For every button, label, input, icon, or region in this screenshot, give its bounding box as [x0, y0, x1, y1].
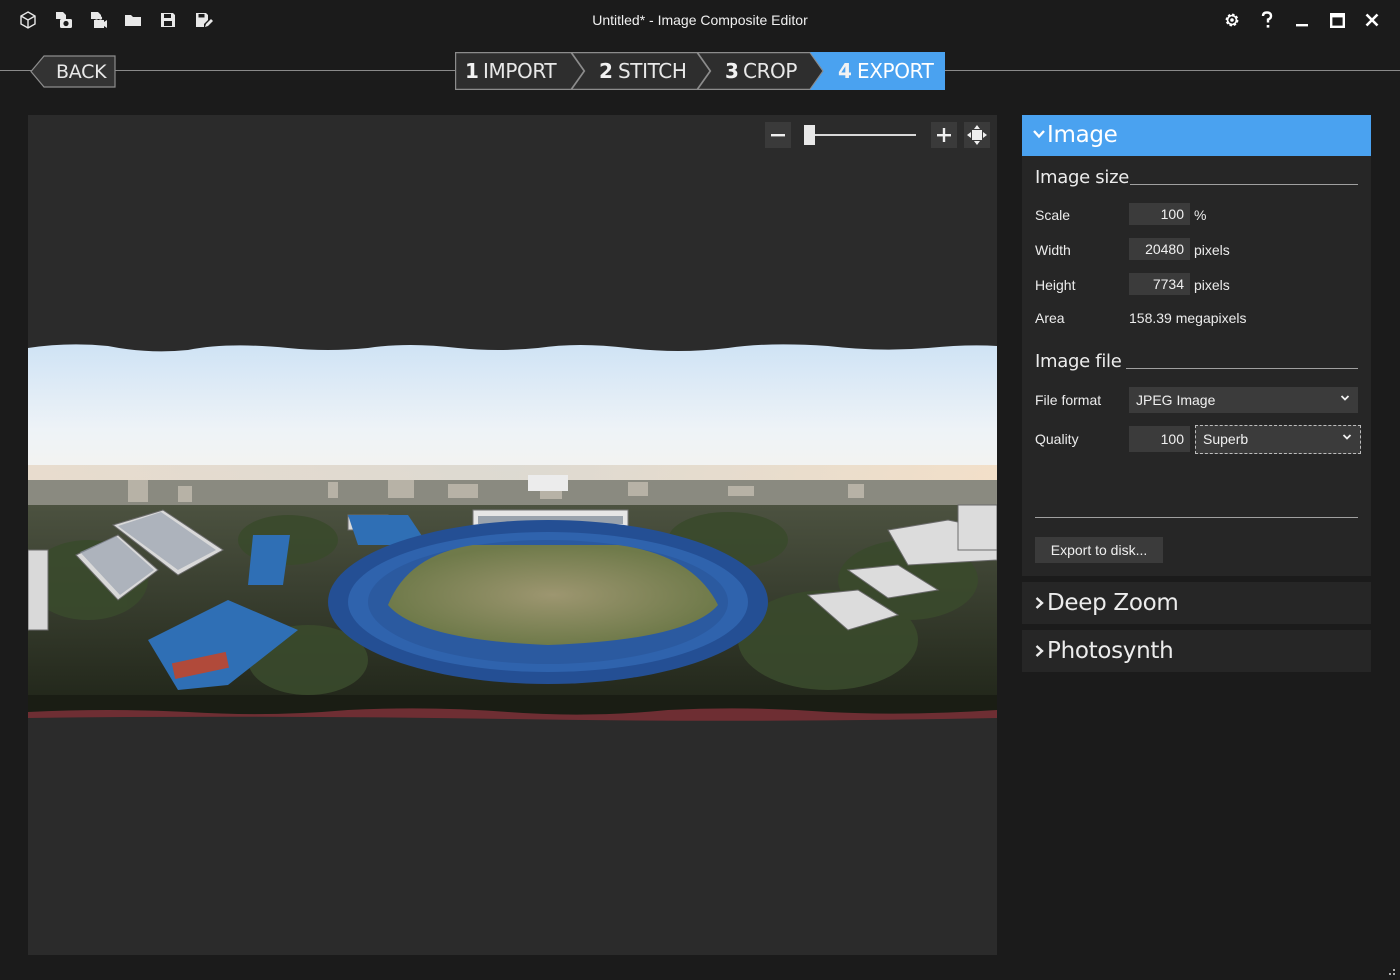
chevron-right-icon — [1035, 597, 1044, 609]
step-stitch-label: STITCH — [618, 59, 687, 83]
quality-preset-value: Superb — [1203, 431, 1249, 447]
title-bar: Untitled* - Image Composite Editor — [0, 0, 1400, 42]
fit-to-window-icon — [967, 125, 987, 145]
width-input[interactable]: 20480 — [1129, 238, 1190, 260]
export-divider — [1035, 517, 1358, 518]
height-label: Height — [1035, 277, 1076, 293]
image-file-divider — [1126, 368, 1358, 369]
area-label: Area — [1035, 310, 1065, 326]
height-unit: pixels — [1194, 277, 1230, 293]
back-button[interactable]: BACK — [30, 55, 116, 88]
width-unit: pixels — [1194, 242, 1230, 258]
zoom-slider-track[interactable] — [812, 134, 916, 136]
resize-grip-icon[interactable] — [1386, 966, 1396, 976]
file-format-value: JPEG Image — [1136, 392, 1216, 408]
zoom-slider-thumb[interactable] — [804, 125, 815, 145]
window-title: Untitled* - Image Composite Editor — [592, 12, 808, 28]
quality-input[interactable]: 100 — [1129, 426, 1190, 452]
step-export-label: EXPORT — [857, 59, 934, 83]
file-format-label: File format — [1035, 392, 1102, 408]
zoom-in-button[interactable] — [931, 122, 957, 148]
export-to-disk-button[interactable]: Export to disk... — [1035, 537, 1163, 563]
image-file-heading: Image file — [1035, 351, 1122, 372]
image-size-heading: Image size — [1035, 167, 1129, 188]
width-label: Width — [1035, 242, 1071, 258]
image-section-title: Image — [1047, 122, 1118, 148]
step-crop-label: CROP — [743, 59, 798, 83]
chevron-down-icon — [1033, 130, 1045, 139]
step-export-number: 4 — [838, 59, 852, 83]
deep-zoom-title: Deep Zoom — [1047, 590, 1179, 616]
step-import-number: 1 — [465, 59, 479, 83]
chevron-down-icon — [1342, 434, 1352, 440]
scale-unit: % — [1194, 207, 1207, 223]
settings-gear-icon[interactable] — [1217, 7, 1247, 33]
panorama-viewer[interactable] — [28, 115, 997, 955]
step-export[interactable]: 4 EXPORT — [810, 52, 945, 90]
scale-input[interactable]: 100 — [1129, 203, 1190, 225]
image-section-body: Image size Scale 100 % Width 20480 pixel… — [1022, 156, 1371, 576]
help-icon[interactable] — [1252, 7, 1282, 33]
step-stitch[interactable]: 2 STITCH — [571, 52, 711, 90]
chevron-right-icon — [1035, 645, 1044, 657]
file-format-select[interactable]: JPEG Image — [1129, 387, 1358, 413]
photosynth-section-header[interactable]: Photosynth — [1022, 630, 1371, 672]
step-import[interactable]: 1 IMPORT — [455, 52, 585, 90]
image-section-header[interactable]: Image — [1022, 115, 1371, 156]
quality-preset-select[interactable]: Superb — [1195, 425, 1361, 454]
maximize-icon[interactable] — [1322, 7, 1352, 33]
stitched-panorama-image — [28, 344, 997, 725]
step-crop-number: 3 — [725, 59, 739, 83]
quality-label: Quality — [1035, 431, 1079, 447]
height-input[interactable]: 7734 — [1129, 273, 1190, 295]
step-import-label: IMPORT — [483, 59, 557, 83]
close-icon[interactable] — [1357, 7, 1387, 33]
step-stitch-number: 2 — [599, 59, 613, 83]
deep-zoom-section-header[interactable]: Deep Zoom — [1022, 582, 1371, 624]
zoom-out-button[interactable] — [765, 122, 791, 148]
photosynth-title: Photosynth — [1047, 638, 1174, 664]
step-crop[interactable]: 3 CROP — [697, 52, 824, 90]
plus-icon — [937, 128, 951, 142]
image-size-divider — [1130, 184, 1358, 185]
scale-label: Scale — [1035, 207, 1071, 223]
minimize-icon[interactable] — [1287, 7, 1317, 33]
chevron-down-icon — [1340, 395, 1350, 401]
area-value: 158.39 megapixels — [1129, 310, 1247, 326]
back-button-label: BACK — [56, 61, 107, 83]
minus-icon — [771, 134, 785, 137]
fit-to-window-button[interactable] — [964, 122, 990, 148]
